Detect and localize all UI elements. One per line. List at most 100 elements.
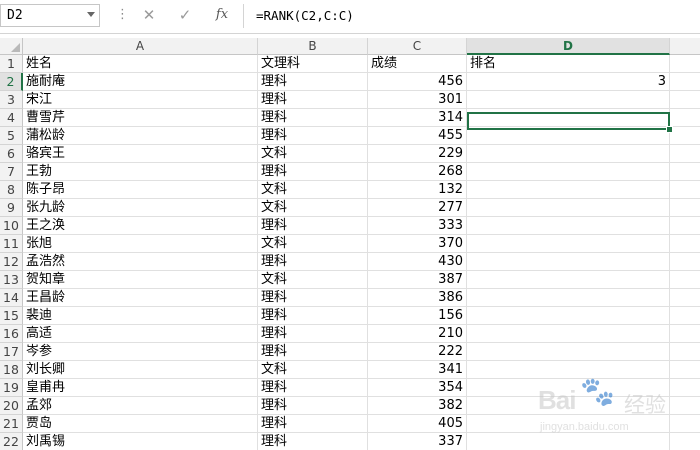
cell-a[interactable]: 贺知章 bbox=[23, 271, 258, 289]
cell-a[interactable]: 刘禹锡 bbox=[23, 433, 258, 450]
row-header[interactable]: 20 bbox=[0, 397, 23, 415]
cell-c[interactable]: 386 bbox=[368, 289, 467, 307]
row-header[interactable]: 18 bbox=[0, 361, 23, 379]
row-header[interactable]: 3 bbox=[0, 91, 23, 109]
cell-e[interactable] bbox=[670, 73, 700, 91]
enter-icon[interactable]: ✓ bbox=[174, 5, 196, 25]
cell-c[interactable]: 354 bbox=[368, 379, 467, 397]
cell-a[interactable]: 张旭 bbox=[23, 235, 258, 253]
row-header[interactable]: 8 bbox=[0, 181, 23, 199]
cell-e[interactable] bbox=[670, 199, 700, 217]
cell-c[interactable]: 成绩 bbox=[368, 55, 467, 73]
cell-a[interactable]: 曹雪芹 bbox=[23, 109, 258, 127]
cell-b[interactable]: 理科 bbox=[258, 307, 368, 325]
row-header[interactable]: 12 bbox=[0, 253, 23, 271]
row-header[interactable]: 11 bbox=[0, 235, 23, 253]
cell-e[interactable] bbox=[670, 109, 700, 127]
cell-c[interactable]: 222 bbox=[368, 343, 467, 361]
cell-b[interactable]: 理科 bbox=[258, 127, 368, 145]
cell-d[interactable] bbox=[467, 91, 670, 109]
cell-b[interactable]: 理科 bbox=[258, 109, 368, 127]
cell-b[interactable]: 文理科 bbox=[258, 55, 368, 73]
cell-c[interactable]: 382 bbox=[368, 397, 467, 415]
cell-e[interactable] bbox=[670, 127, 700, 145]
cell-e[interactable] bbox=[670, 235, 700, 253]
cell-e[interactable] bbox=[670, 217, 700, 235]
cell-c[interactable]: 301 bbox=[368, 91, 467, 109]
cell-e[interactable] bbox=[670, 163, 700, 181]
cell-c[interactable]: 456 bbox=[368, 73, 467, 91]
row-header[interactable]: 7 bbox=[0, 163, 23, 181]
row-header[interactable]: 21 bbox=[0, 415, 23, 433]
row-header[interactable]: 16 bbox=[0, 325, 23, 343]
cell-c[interactable]: 277 bbox=[368, 199, 467, 217]
cell-d[interactable] bbox=[467, 181, 670, 199]
fill-handle[interactable] bbox=[666, 126, 673, 133]
row-header[interactable]: 15 bbox=[0, 307, 23, 325]
column-header-a[interactable]: A bbox=[23, 38, 258, 55]
cell-c[interactable]: 405 bbox=[368, 415, 467, 433]
cell-b[interactable]: 理科 bbox=[258, 163, 368, 181]
cell-a[interactable]: 刘长卿 bbox=[23, 361, 258, 379]
cell-b[interactable]: 文科 bbox=[258, 361, 368, 379]
row-header[interactable]: 1 bbox=[0, 55, 23, 73]
column-header-d[interactable]: D bbox=[467, 38, 670, 55]
row-header[interactable]: 14 bbox=[0, 289, 23, 307]
cell-d[interactable]: 3 bbox=[467, 73, 670, 91]
cell-e[interactable] bbox=[670, 55, 700, 73]
cell-e[interactable] bbox=[670, 181, 700, 199]
cell-c[interactable]: 337 bbox=[368, 433, 467, 450]
cell-c[interactable]: 132 bbox=[368, 181, 467, 199]
cell-d[interactable] bbox=[467, 235, 670, 253]
name-box[interactable]: D2 bbox=[0, 4, 100, 27]
cell-e[interactable] bbox=[670, 289, 700, 307]
cell-d[interactable] bbox=[467, 163, 670, 181]
cell-c[interactable]: 229 bbox=[368, 145, 467, 163]
cell-a[interactable]: 王勃 bbox=[23, 163, 258, 181]
cell-a[interactable]: 陈子昂 bbox=[23, 181, 258, 199]
cell-c[interactable]: 370 bbox=[368, 235, 467, 253]
row-header[interactable]: 2 bbox=[0, 73, 23, 91]
cell-c[interactable]: 387 bbox=[368, 271, 467, 289]
cell-b[interactable]: 理科 bbox=[258, 325, 368, 343]
cell-d[interactable] bbox=[467, 253, 670, 271]
cell-a[interactable]: 孟浩然 bbox=[23, 253, 258, 271]
row-header[interactable]: 19 bbox=[0, 379, 23, 397]
cell-e[interactable] bbox=[670, 91, 700, 109]
cell-d[interactable] bbox=[467, 271, 670, 289]
formula-input[interactable]: =RANK(C2,C:C) bbox=[246, 4, 700, 27]
row-header[interactable]: 9 bbox=[0, 199, 23, 217]
cell-a[interactable]: 裴迪 bbox=[23, 307, 258, 325]
cell-d[interactable] bbox=[467, 325, 670, 343]
cell-e[interactable] bbox=[670, 253, 700, 271]
cell-b[interactable]: 文科 bbox=[258, 235, 368, 253]
cell-c[interactable]: 210 bbox=[368, 325, 467, 343]
cell-b[interactable]: 理科 bbox=[258, 73, 368, 91]
cell-a[interactable]: 张九龄 bbox=[23, 199, 258, 217]
cell-d[interactable] bbox=[467, 145, 670, 163]
cell-e[interactable] bbox=[670, 343, 700, 361]
cell-a[interactable]: 贾岛 bbox=[23, 415, 258, 433]
cell-a[interactable]: 岑参 bbox=[23, 343, 258, 361]
cell-c[interactable]: 333 bbox=[368, 217, 467, 235]
cell-c[interactable]: 314 bbox=[368, 109, 467, 127]
cell-d[interactable] bbox=[467, 307, 670, 325]
row-header[interactable]: 10 bbox=[0, 217, 23, 235]
cell-a[interactable]: 宋江 bbox=[23, 91, 258, 109]
cell-b[interactable]: 理科 bbox=[258, 91, 368, 109]
cell-c[interactable]: 430 bbox=[368, 253, 467, 271]
cell-b[interactable]: 文科 bbox=[258, 145, 368, 163]
cell-a[interactable]: 王昌龄 bbox=[23, 289, 258, 307]
cell-b[interactable]: 理科 bbox=[258, 343, 368, 361]
row-header[interactable]: 4 bbox=[0, 109, 23, 127]
column-header-c[interactable]: C bbox=[368, 38, 467, 55]
cell-c[interactable]: 341 bbox=[368, 361, 467, 379]
cell-b[interactable]: 文科 bbox=[258, 199, 368, 217]
cell-a[interactable]: 蒲松龄 bbox=[23, 127, 258, 145]
cell-c[interactable]: 156 bbox=[368, 307, 467, 325]
cell-a[interactable]: 孟郊 bbox=[23, 397, 258, 415]
cell-e[interactable] bbox=[670, 145, 700, 163]
row-header[interactable]: 6 bbox=[0, 145, 23, 163]
cell-c[interactable]: 268 bbox=[368, 163, 467, 181]
cell-a[interactable]: 姓名 bbox=[23, 55, 258, 73]
